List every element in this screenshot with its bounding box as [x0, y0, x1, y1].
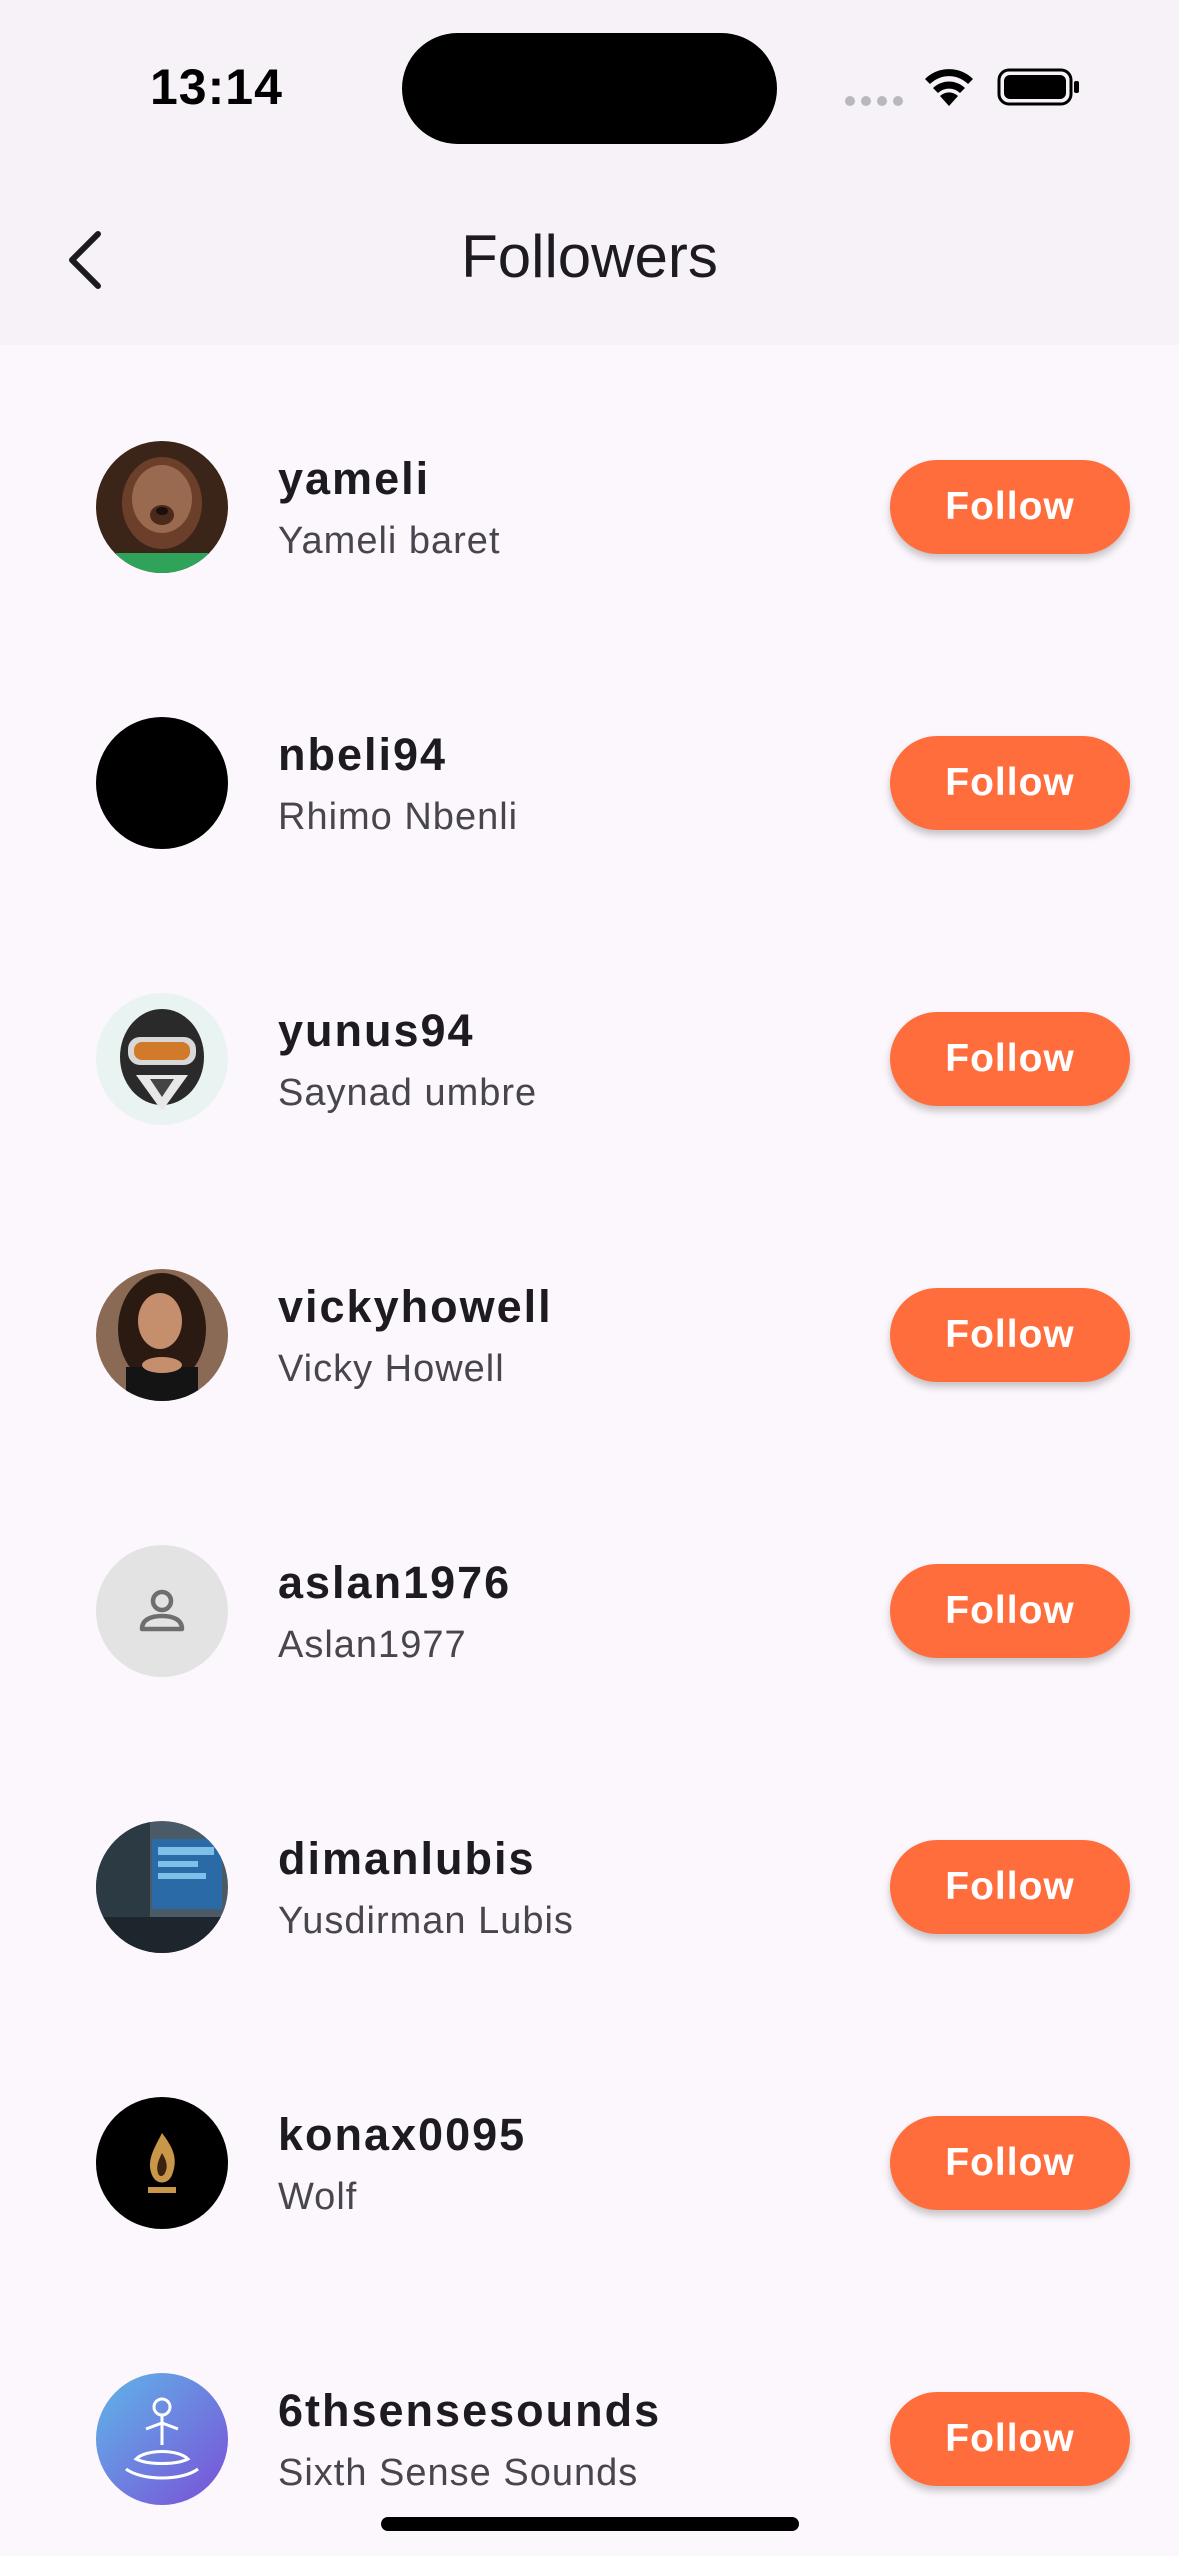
avatar	[96, 717, 228, 849]
follower-row[interactable]: dimanlubis Yusdirman Lubis Follow	[0, 1725, 1179, 2001]
follower-display-name: Wolf	[278, 2176, 358, 2218]
follow-button[interactable]: Follow	[890, 1564, 1130, 1658]
avatar	[96, 1269, 228, 1401]
top-app-bar: 13:14 Followers	[0, 0, 1179, 345]
avatar	[96, 441, 228, 573]
follower-display-name: Rhimo Nbenli	[278, 796, 519, 838]
follow-button[interactable]: Follow	[890, 1288, 1130, 1382]
follower-row[interactable]: 6thsensesounds Sixth Sense Sounds Follow	[0, 2277, 1179, 2553]
follower-username: dimanlubis	[278, 1833, 536, 1884]
follower-username: nbeli94	[278, 729, 448, 780]
follower-row[interactable]: aslan1976 Aslan1977 Follow	[0, 1449, 1179, 1725]
follower-display-name: Sixth Sense Sounds	[278, 2452, 639, 2494]
home-indicator	[381, 2517, 799, 2531]
follower-row[interactable]: vickyhowell Vicky Howell Follow	[0, 1173, 1179, 1449]
follower-row[interactable]: yunus94 Saynad umbre Follow	[0, 897, 1179, 1173]
follower-row[interactable]: konax0095 Wolf Follow	[0, 2001, 1179, 2277]
follower-username: yameli	[278, 453, 431, 504]
follow-button[interactable]: Follow	[890, 2392, 1130, 2486]
follower-display-name: Vicky Howell	[278, 1348, 505, 1390]
follower-username: 6thsensesounds	[278, 2385, 662, 2436]
follower-username: aslan1976	[278, 1557, 512, 1608]
battery-icon	[997, 68, 1079, 106]
follower-display-name: Saynad umbre	[278, 1072, 538, 1114]
default-avatar	[96, 1545, 228, 1677]
dynamic-island	[402, 33, 777, 144]
wifi-icon	[925, 69, 973, 106]
avatar	[96, 2097, 228, 2229]
avatar	[96, 993, 228, 1125]
follower-username: vickyhowell	[278, 1281, 553, 1332]
avatar	[96, 2373, 228, 2505]
page-title: Followers	[461, 223, 718, 290]
status-time: 13:14	[150, 59, 283, 115]
follower-row[interactable]: nbeli94 Rhimo Nbenli Follow	[0, 621, 1179, 897]
follow-button[interactable]: Follow	[890, 1012, 1130, 1106]
follower-display-name: Yusdirman Lubis	[278, 1900, 574, 1942]
follower-username: yunus94	[278, 1005, 475, 1056]
follower-display-name: Aslan1977	[278, 1624, 467, 1666]
follower-display-name: Yameli baret	[278, 520, 501, 562]
cellular-signal-icon	[845, 96, 905, 106]
follow-button[interactable]: Follow	[890, 2116, 1130, 2210]
follower-username: konax0095	[278, 2109, 527, 2160]
follow-button[interactable]: Follow	[890, 460, 1130, 554]
follow-button[interactable]: Follow	[890, 1840, 1130, 1934]
avatar	[96, 1821, 228, 1953]
follower-row[interactable]: yameli Yameli baret Follow	[0, 345, 1179, 621]
follow-button[interactable]: Follow	[890, 736, 1130, 830]
